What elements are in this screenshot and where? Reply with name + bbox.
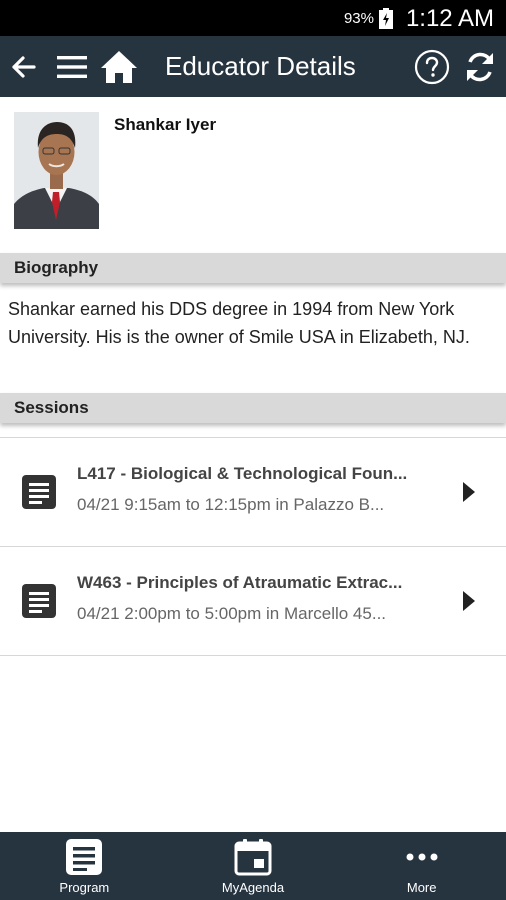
session-title: W463 - Principles of Atraumatic Extrac..… <box>77 573 403 592</box>
document-icon <box>22 475 56 509</box>
home-icon <box>101 50 137 83</box>
hamburger-menu-icon <box>57 55 87 78</box>
biography-text: Shankar earned his DDS degree in 1994 fr… <box>8 299 470 347</box>
sync-icon <box>467 52 493 81</box>
arrow-left-icon <box>12 55 36 78</box>
document-icon <box>22 584 56 618</box>
session-title: L417 - Biological & Technological Foun..… <box>77 464 408 483</box>
nav-myagenda-label: MyAgenda <box>221 880 285 895</box>
session-time-location: 04/21 2:00pm to 5:00pm in Marcello 45... <box>77 604 387 623</box>
bottom-navigation: Program MyAgenda More <box>0 832 506 900</box>
session-item[interactable]: L417 - Biological & Technological Foun..… <box>0 438 506 547</box>
status-bar: 93% 1:12 AM <box>0 0 506 36</box>
educator-photo <box>14 112 99 229</box>
refresh-button[interactable] <box>460 36 500 97</box>
document-icon <box>66 839 103 875</box>
nav-program[interactable]: Program <box>0 832 169 900</box>
biography-header: Biography <box>0 253 506 283</box>
sessions-header-label: Sessions <box>14 398 89 417</box>
help-icon <box>414 49 450 84</box>
help-button[interactable] <box>412 36 452 97</box>
home-button[interactable] <box>98 36 140 97</box>
app-bar: Educator Details <box>0 36 506 97</box>
battery-percentage: 93% <box>343 10 374 27</box>
chevron-right-icon <box>463 482 475 502</box>
menu-button[interactable] <box>52 36 92 97</box>
biography-header-label: Biography <box>14 258 99 277</box>
sessions-list: L417 - Biological & Technological Foun..… <box>0 437 506 656</box>
session-time-location: 04/21 9:15am to 12:15pm in Palazzo B... <box>77 495 385 514</box>
page-title: Educator Details <box>165 51 356 81</box>
nav-more-label: More <box>406 880 437 895</box>
sessions-header: Sessions <box>0 393 506 423</box>
calendar-icon <box>234 839 272 876</box>
session-item[interactable]: W463 - Principles of Atraumatic Extrac..… <box>0 547 506 656</box>
battery-icon <box>379 8 393 29</box>
nav-more[interactable]: More <box>337 832 506 900</box>
educator-name: Shankar Iyer <box>114 115 217 134</box>
back-button[interactable] <box>4 36 42 97</box>
more-icon <box>406 853 438 861</box>
clock: 1:12 AM <box>405 5 494 32</box>
nav-myagenda[interactable]: MyAgenda <box>169 832 338 900</box>
nav-program-label: Program <box>59 880 110 895</box>
educator-profile: Shankar Iyer <box>0 97 506 253</box>
chevron-right-icon <box>463 591 475 611</box>
